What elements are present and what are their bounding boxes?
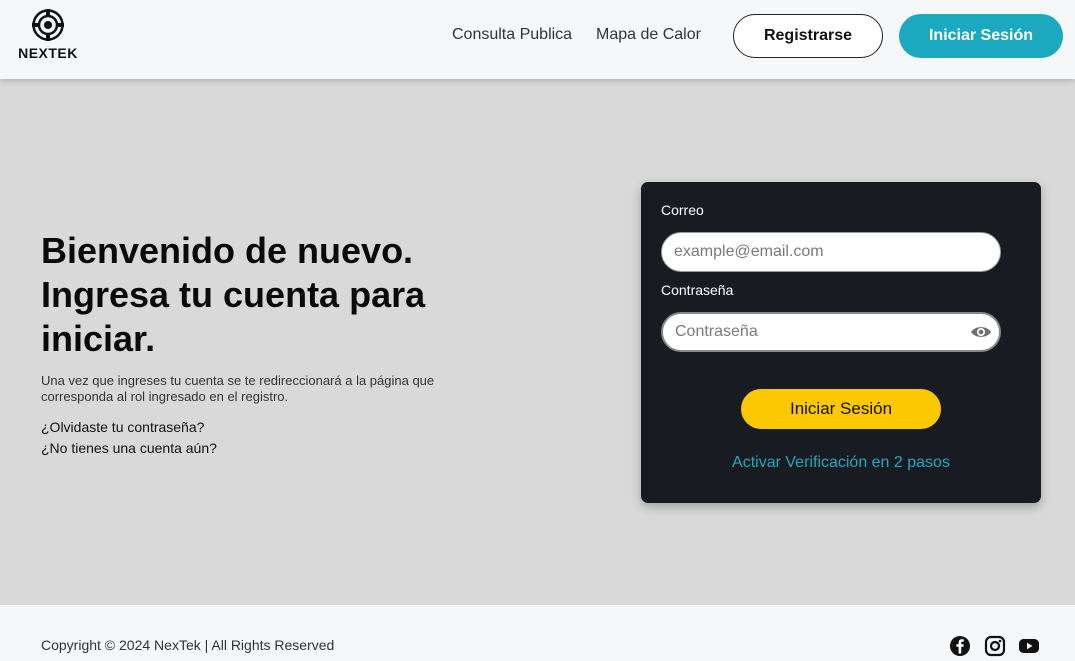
eye-icon[interactable]	[970, 324, 992, 340]
header-login-button[interactable]: Iniciar Sesión	[899, 14, 1063, 58]
footer: Copyright © 2024 NexTek | All Rights Res…	[0, 605, 1075, 661]
brand-logo[interactable]: NEXTEK	[17, 8, 79, 62]
login-submit-button[interactable]: Iniciar Sesión	[741, 389, 941, 429]
instagram-icon[interactable]	[984, 635, 1006, 657]
password-field[interactable]	[661, 312, 1001, 352]
nav-link-consulta-publica[interactable]: Consulta Publica	[452, 26, 572, 44]
login-card: Correo Contraseña Iniciar Sesión Activar…	[641, 182, 1041, 503]
main-content: Bienvenido de nuevo. Ingresa tu cuenta p…	[0, 79, 1075, 605]
brand-name: NEXTEK	[18, 45, 78, 61]
youtube-icon[interactable]	[1018, 635, 1040, 657]
copyright-text: Copyright © 2024 NexTek | All Rights Res…	[41, 637, 335, 653]
email-field[interactable]	[661, 232, 1001, 272]
password-label: Contraseña	[661, 282, 734, 298]
register-button[interactable]: Registrarse	[733, 14, 883, 58]
two-factor-link[interactable]: Activar Verificación en 2 pasos	[641, 454, 1041, 472]
top-navbar: NEXTEK Consulta Publica Mapa de Calor Re…	[0, 0, 1075, 79]
facebook-icon[interactable]	[949, 635, 971, 657]
email-label: Correo	[661, 202, 704, 218]
nextek-logo-icon	[32, 9, 64, 41]
welcome-title: Bienvenido de nuevo. Ingresa tu cuenta p…	[41, 230, 426, 359]
welcome-description: Una vez que ingreses tu cuenta se te red…	[41, 373, 435, 404]
no-account-link[interactable]: ¿No tienes una cuenta aún?	[41, 440, 217, 456]
nav-link-mapa-de-calor[interactable]: Mapa de Calor	[596, 26, 701, 44]
forgot-password-link[interactable]: ¿Olvidaste tu contraseña?	[41, 419, 204, 435]
